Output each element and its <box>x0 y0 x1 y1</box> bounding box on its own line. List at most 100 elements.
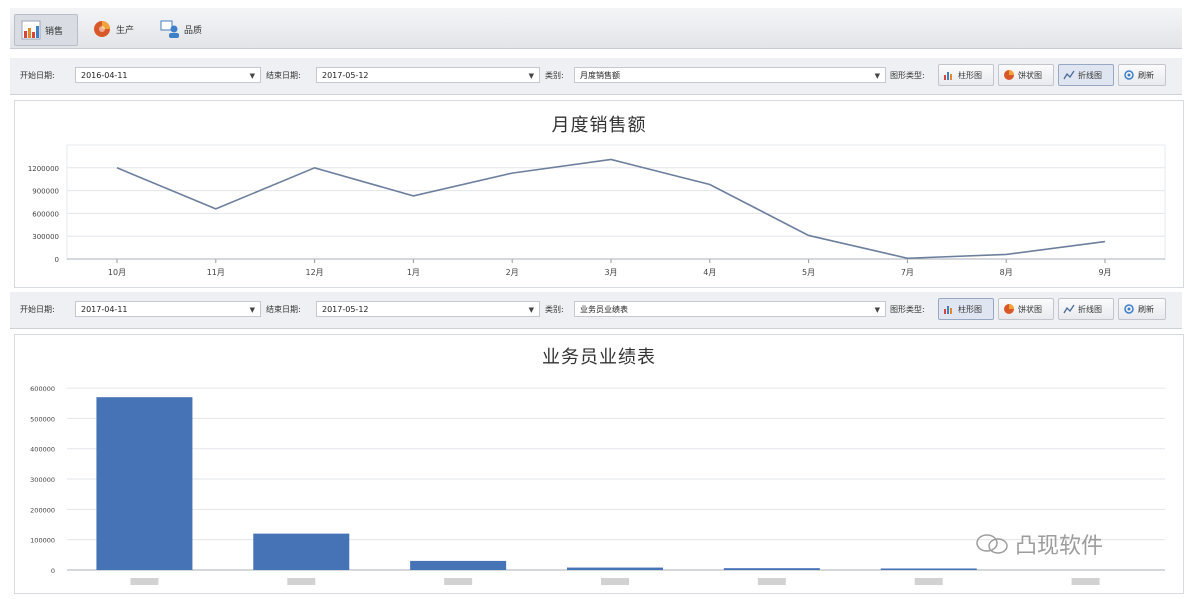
x-tick-label: 7月 <box>901 268 914 277</box>
x-tick-label: 3月 <box>604 268 617 277</box>
module-tab-bar: 销售 生产 品质 <box>10 8 1182 49</box>
bar-chart-icon <box>943 69 955 81</box>
x-tick-label-blurred <box>1071 578 1100 585</box>
chevron-down-icon: ▼ <box>249 306 255 314</box>
x-tick-label-blurred <box>130 578 159 585</box>
y-tick-label: 1200000 <box>28 165 59 173</box>
chevron-down-icon: ▼ <box>249 72 255 80</box>
category-label: 类别: <box>545 305 564 314</box>
x-tick-label: 12月 <box>306 268 324 277</box>
start-date-label: 开始日期: <box>20 71 55 80</box>
bar-chart-button[interactable]: 柱形图 <box>938 64 994 86</box>
end-date-value: 2017-05-12 <box>322 71 369 80</box>
monthly-sales-panel: 月度销售额 1200000 900000 600000 300000 0 10月 11月 12… <box>14 100 1184 288</box>
y-tick-label: 600000 <box>30 385 55 393</box>
category-combo[interactable]: 月度销售额 ▼ <box>574 67 886 83</box>
end-date-combo[interactable]: 2017-05-12 ▼ <box>316 67 540 83</box>
x-tick-label: 4月 <box>703 268 716 277</box>
refresh-button-label: 刷新 <box>1138 70 1154 80</box>
x-tick-label-blurred <box>444 578 473 585</box>
bar <box>880 568 977 570</box>
start-date-value: 2017-04-11 <box>81 305 128 314</box>
refresh-button[interactable]: 刷新 <box>1118 64 1166 86</box>
line-chart-icon <box>1063 303 1075 315</box>
wechat-icon <box>975 533 1009 555</box>
x-tick-label-blurred <box>914 578 943 585</box>
y-tick-label: 200000 <box>30 506 55 514</box>
x-tick-label: 5月 <box>802 268 815 277</box>
end-date-value: 2017-05-12 <box>322 305 369 314</box>
line-chart-button-label: 折线图 <box>1078 70 1102 80</box>
chevron-down-icon: ▼ <box>528 306 534 314</box>
line-chart-button[interactable]: 折线图 <box>1058 298 1114 320</box>
tab-production[interactable]: 生产 <box>86 14 148 44</box>
y-tick-label: 300000 <box>32 233 59 241</box>
bar-chart-button[interactable]: 柱形图 <box>938 298 994 320</box>
bar-chart-button-label: 柱形图 <box>958 70 982 80</box>
chevron-down-icon: ▼ <box>874 72 880 80</box>
end-date-combo[interactable]: 2017-05-12 ▼ <box>316 301 540 317</box>
production-globe-icon <box>92 19 112 39</box>
chart-type-label: 图形类型: <box>890 305 925 314</box>
y-tick-label: 600000 <box>32 210 59 218</box>
tab-production-label: 生产 <box>116 25 135 36</box>
pie-chart-icon <box>1003 69 1015 81</box>
chevron-down-icon: ▼ <box>874 306 880 314</box>
x-tick-label-blurred <box>287 578 316 585</box>
bar <box>723 568 820 570</box>
tab-quality-label: 品质 <box>184 25 203 36</box>
refresh-icon <box>1123 303 1135 315</box>
bar <box>253 533 350 570</box>
chart-type-label: 图形类型: <box>890 71 925 80</box>
sales-chart-icon <box>21 20 41 40</box>
line-chart-button[interactable]: 折线图 <box>1058 64 1114 86</box>
category-combo[interactable]: 业务员业绩表 ▼ <box>574 301 886 317</box>
end-date-label: 结束日期: <box>266 71 301 80</box>
start-date-label: 开始日期: <box>20 305 55 314</box>
end-date-label: 结束日期: <box>266 305 301 314</box>
series-line <box>116 158 1106 260</box>
pie-chart-button-label: 饼状图 <box>1018 70 1042 80</box>
start-date-combo[interactable]: 2016-04-11 ▼ <box>75 67 261 83</box>
bar <box>410 560 507 570</box>
pie-chart-button[interactable]: 饼状图 <box>998 298 1054 320</box>
quality-person-icon <box>160 19 180 39</box>
y-tick-label: 0 <box>55 256 59 264</box>
x-tick-label-blurred <box>601 578 629 585</box>
watermark-text: 凸现软件 <box>1015 534 1104 559</box>
watermark: 凸现软件 <box>975 528 1103 560</box>
x-tick-label: 10月 <box>108 268 126 277</box>
line-chart-icon <box>1063 69 1075 81</box>
x-tick-label: 2月 <box>506 268 519 277</box>
y-tick-label: 300000 <box>30 476 55 484</box>
category-label: 类别: <box>545 71 564 80</box>
start-date-combo[interactable]: 2017-04-11 ▼ <box>75 301 261 317</box>
y-tick-label: 100000 <box>30 537 55 545</box>
start-date-value: 2016-04-11 <box>81 71 128 80</box>
tab-sales[interactable]: 销售 <box>14 14 78 46</box>
bar-chart-icon <box>943 303 955 315</box>
tab-sales-label: 销售 <box>45 26 64 37</box>
bar <box>96 397 193 570</box>
refresh-button[interactable]: 刷新 <box>1118 298 1166 320</box>
pie-chart-button[interactable]: 饼状图 <box>998 64 1054 86</box>
y-tick-label: 400000 <box>30 446 55 454</box>
x-tick-label: 9月 <box>1098 268 1111 277</box>
chevron-down-icon: ▼ <box>528 72 534 80</box>
x-tick-label: 1月 <box>407 268 420 277</box>
category-value: 业务员业绩表 <box>580 305 628 314</box>
bar-chart-button-label: 柱形图 <box>958 304 982 314</box>
refresh-button-label: 刷新 <box>1138 304 1154 314</box>
filter-toolbar-salesperson: 开始日期: 2017-04-11 ▼ 结束日期: 2017-05-12 ▼ 类别… <box>10 292 1182 329</box>
y-tick-label: 500000 <box>30 415 55 423</box>
pie-chart-button-label: 饼状图 <box>1018 304 1042 314</box>
monthly-sales-line-chart: 1200000 900000 600000 300000 0 10月 11月 12月 1月 2月 3… <box>28 144 1166 277</box>
bar <box>567 567 663 570</box>
tab-quality[interactable]: 品质 <box>154 14 216 44</box>
category-value: 月度销售额 <box>580 71 620 80</box>
pie-chart-icon <box>1003 303 1015 315</box>
x-tick-label: 8月 <box>1000 268 1013 277</box>
x-tick-label-blurred <box>757 578 786 585</box>
x-tick-label: 11月 <box>207 268 225 277</box>
refresh-icon <box>1123 69 1135 81</box>
